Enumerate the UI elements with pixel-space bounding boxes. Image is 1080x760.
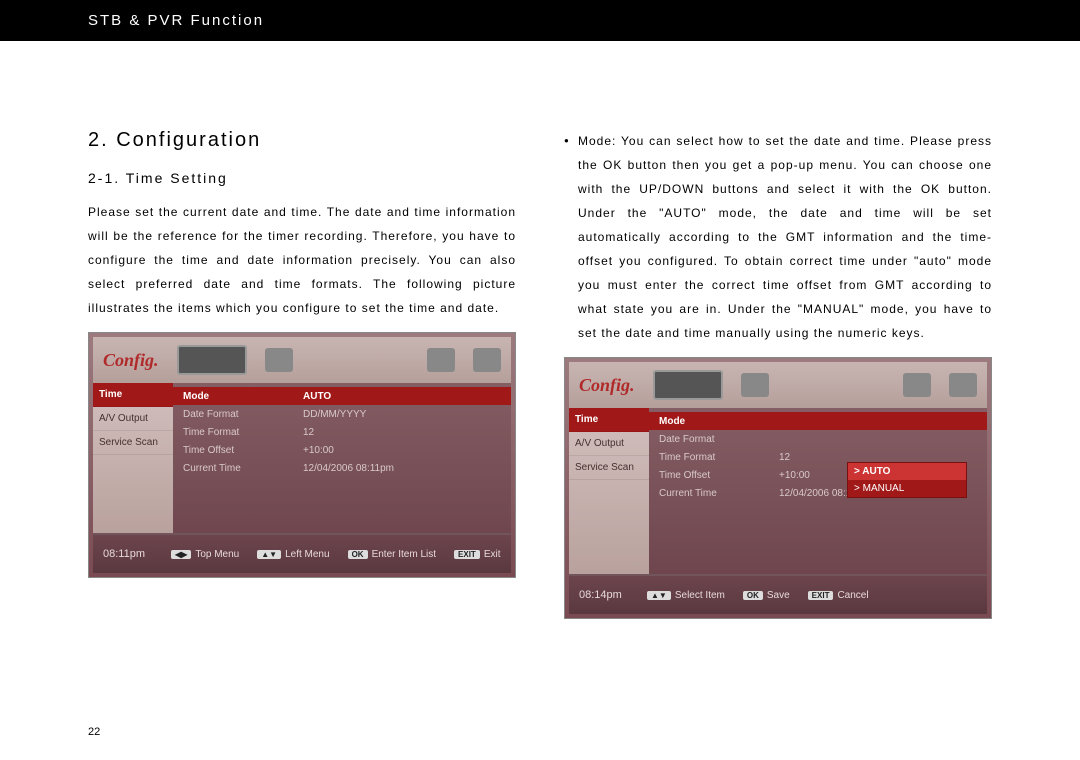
left-paragraph: Please set the current date and time. Th… xyxy=(88,200,516,320)
footer-clock: 08:14pm xyxy=(579,589,629,601)
page-content: 2. Configuration 2-1. Time Setting Pleas… xyxy=(0,41,1080,619)
settings-list: ModeAUTO Date FormatDD/MM/YYYY Time Form… xyxy=(173,383,511,533)
side-item-av: A/V Output xyxy=(569,432,649,456)
popup-option-auto: > AUTO xyxy=(848,463,966,480)
bullet-list: Mode: You can select how to set the date… xyxy=(564,129,992,345)
gear-icon xyxy=(949,373,977,397)
topbar-icon xyxy=(265,348,293,372)
setting-row: Time Offset+10:00 xyxy=(173,441,511,459)
side-item-time: Time xyxy=(569,408,649,432)
screenshot-footer: 08:11pm ◀▶Top Menu ▲▼Left Menu OKEnter I… xyxy=(93,533,511,573)
side-item-av: A/V Output xyxy=(93,407,173,431)
screenshot-topbar: Config. xyxy=(93,337,511,383)
right-column: Mode: You can select how to set the date… xyxy=(564,129,992,619)
side-menu: Time A/V Output Service Scan xyxy=(93,383,173,533)
section-title: 2. Configuration xyxy=(88,129,516,152)
subsection-title: 2-1. Time Setting xyxy=(88,170,516,186)
setting-row: ModeAUTO xyxy=(173,387,511,405)
setting-row: Current Time12/04/2006 08:11pm xyxy=(173,459,511,477)
setting-row: Date FormatDD/MM/YYYY xyxy=(173,405,511,423)
config-logo: Config. xyxy=(103,350,159,371)
screenshot-topbar: Config. xyxy=(569,362,987,408)
topbar-icon xyxy=(741,373,769,397)
screenshot-footer: 08:14pm ▲▼Select Item OKSave EXITCancel xyxy=(569,574,987,614)
screenshot-time-settings: Config. Time A/V Output Service Scan Mod… xyxy=(88,332,516,578)
popup-option-manual: > MANUAL xyxy=(848,480,966,497)
side-item-time: Time xyxy=(93,383,173,407)
gear-icon xyxy=(473,348,501,372)
header-bar: STB & PVR Function xyxy=(0,0,1080,41)
setting-row: Time Format12 xyxy=(173,423,511,441)
page-number: 22 xyxy=(88,726,100,738)
device-icon xyxy=(653,370,723,400)
left-column: 2. Configuration 2-1. Time Setting Pleas… xyxy=(88,129,516,619)
header-text: STB & PVR Function xyxy=(88,12,264,29)
config-logo: Config. xyxy=(579,375,635,396)
topbar-icon xyxy=(903,373,931,397)
device-icon xyxy=(177,345,247,375)
side-menu: Time A/V Output Service Scan xyxy=(569,408,649,574)
bullet-mode: Mode: You can select how to set the date… xyxy=(564,129,992,345)
setting-row: Date Format xyxy=(649,430,987,448)
screenshot-mode-popup: Config. Time A/V Output Service Scan Mod… xyxy=(564,357,992,619)
mode-popup: > AUTO > MANUAL xyxy=(847,462,967,498)
topbar-icon xyxy=(427,348,455,372)
setting-row: Mode xyxy=(649,412,987,430)
side-item-scan: Service Scan xyxy=(93,431,173,455)
side-item-scan: Service Scan xyxy=(569,456,649,480)
footer-clock: 08:11pm xyxy=(103,548,153,560)
